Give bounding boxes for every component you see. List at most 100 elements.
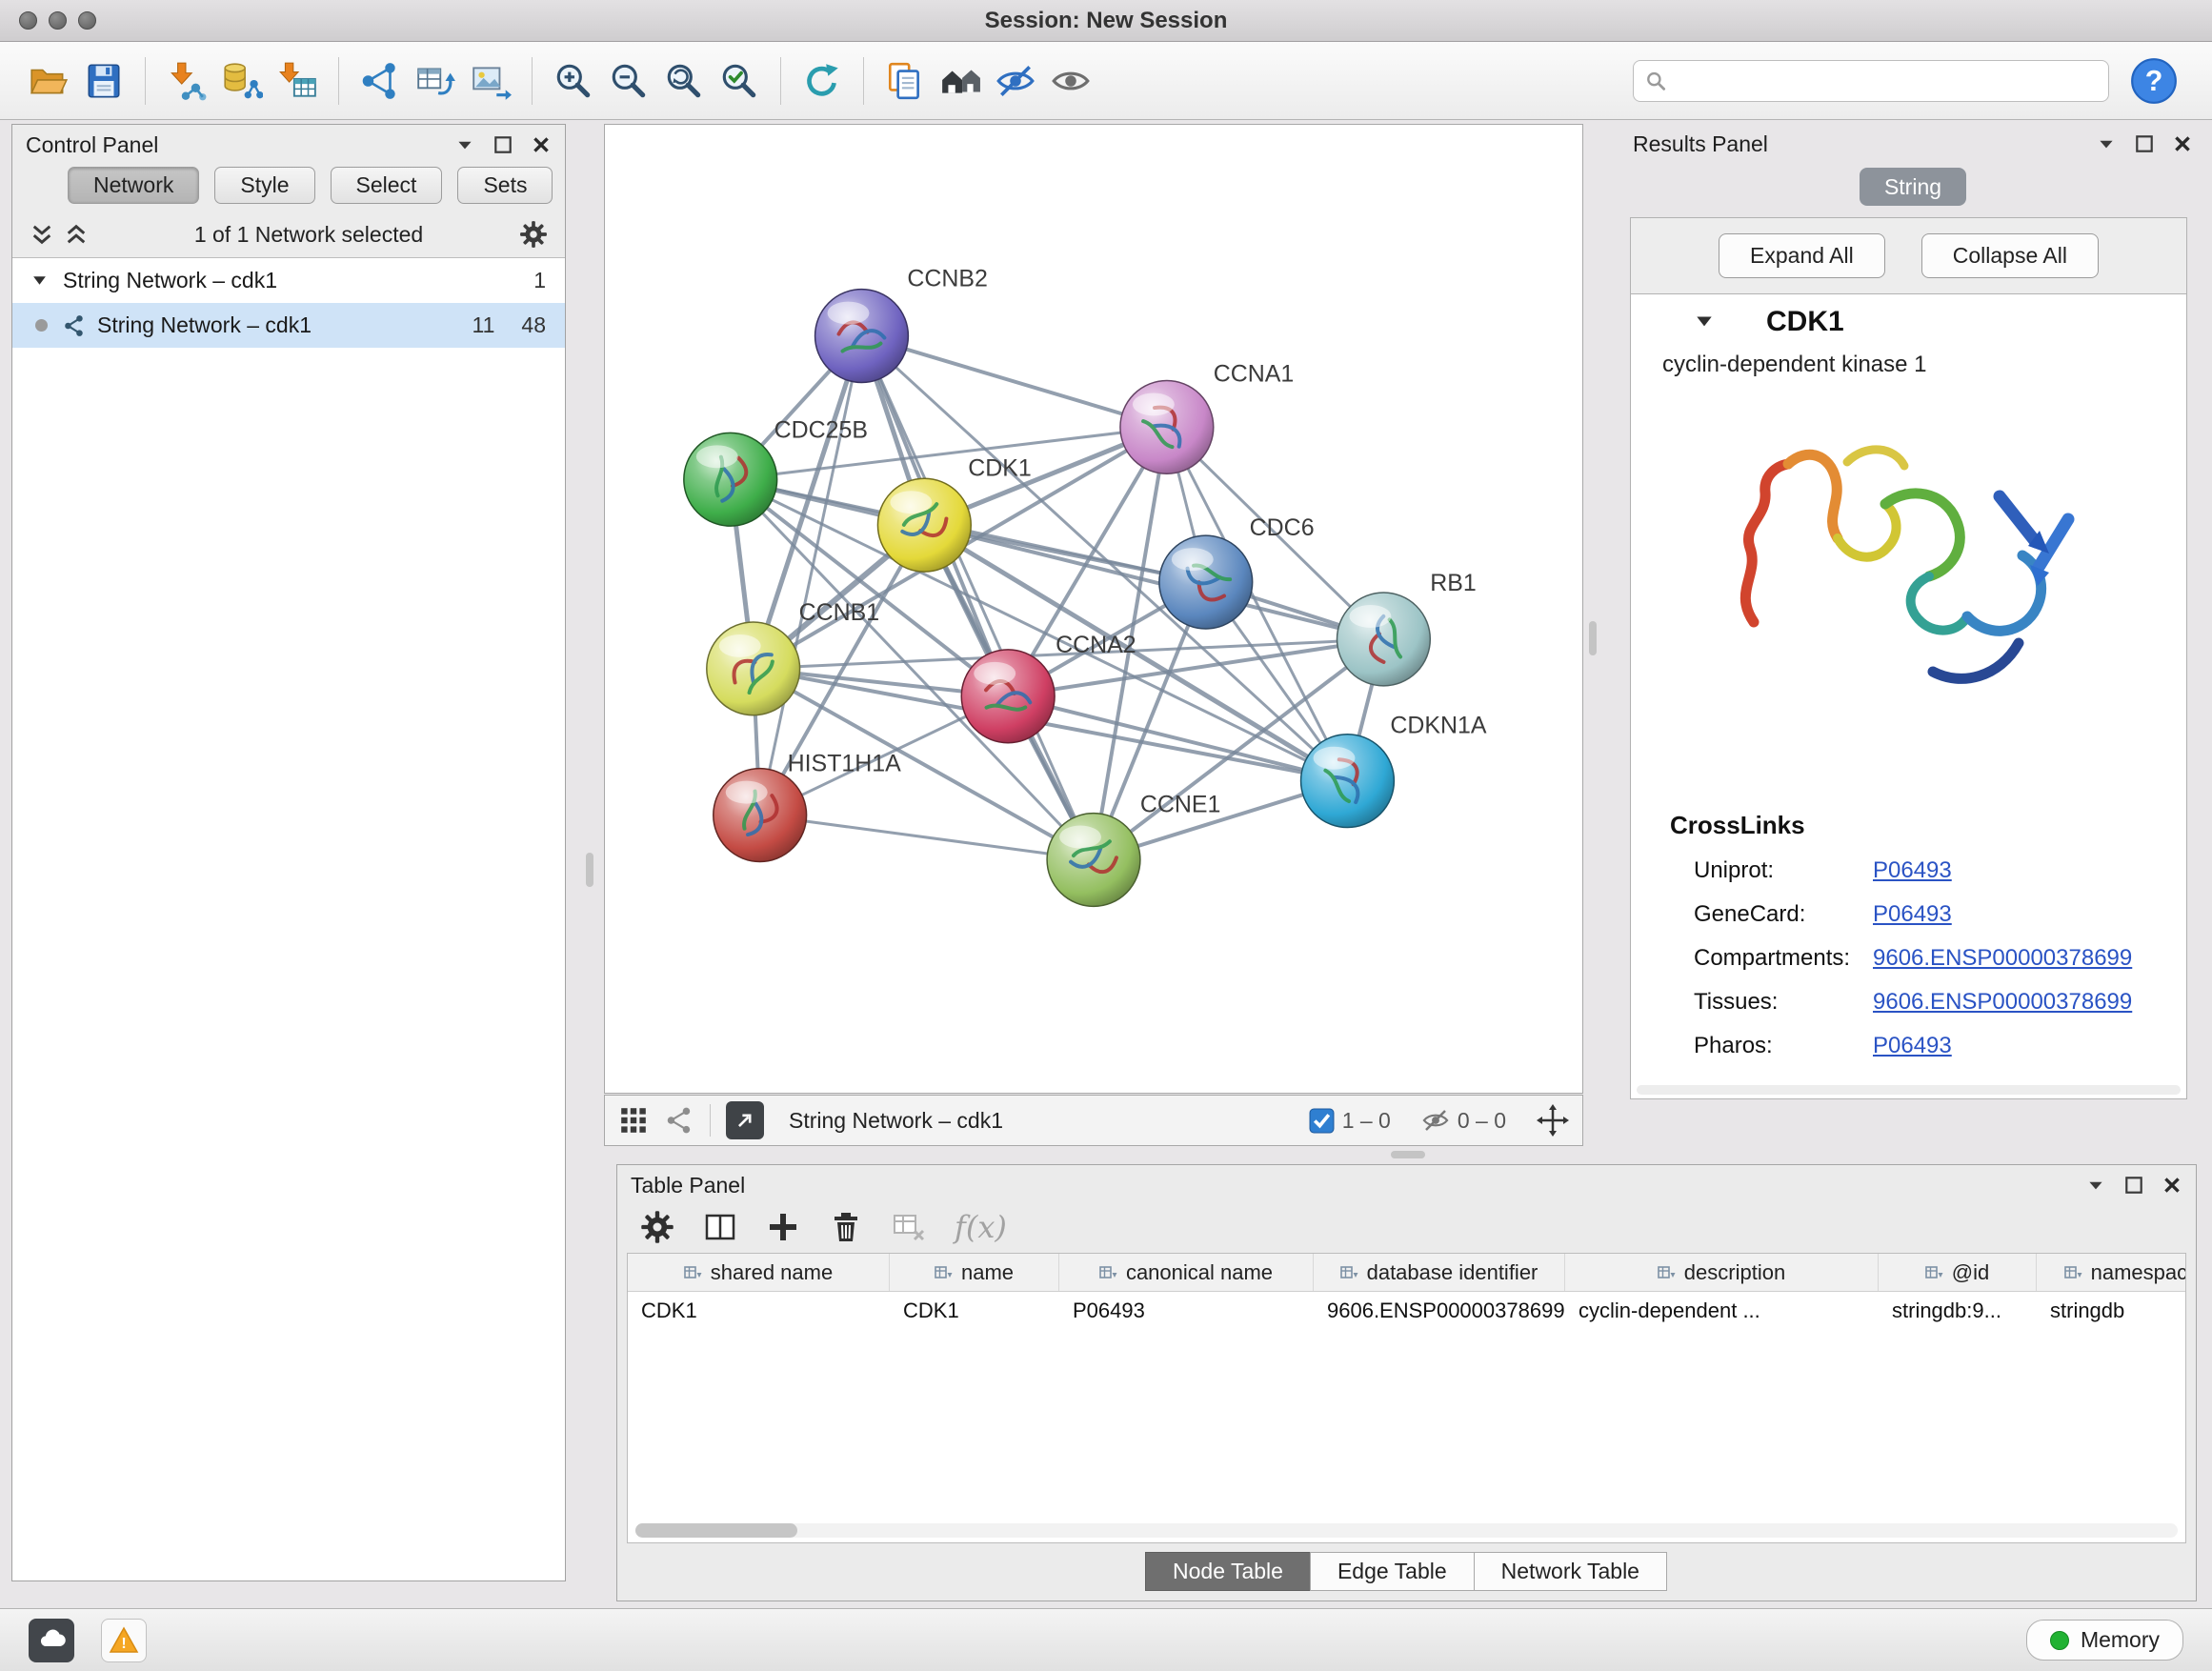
zoom-out-button[interactable] bbox=[601, 52, 656, 110]
protein-card: CDK1 cyclin-dependent kinase 1 bbox=[1630, 294, 2187, 1099]
pan-crosshair-icon[interactable] bbox=[1537, 1104, 1569, 1137]
column-header[interactable]: shared name bbox=[628, 1254, 890, 1291]
splitter-handle[interactable] bbox=[1391, 1151, 1425, 1158]
show-details-button[interactable] bbox=[1043, 52, 1098, 110]
panel-menu-icon[interactable] bbox=[2085, 1175, 2106, 1196]
network-view-canvas[interactable]: CCNB2CCNA1CDC25BCDK1CDC6RB1CCNB1CCNA2CDK… bbox=[604, 124, 1583, 1094]
network-node-CCNB1[interactable] bbox=[707, 622, 800, 715]
column-header[interactable]: description bbox=[1565, 1254, 1879, 1291]
crosslink-value[interactable]: 9606.ENSP00000378699 bbox=[1873, 989, 2132, 1016]
tab-network-table[interactable]: Network Table bbox=[1474, 1552, 1667, 1591]
maximize-window-button[interactable] bbox=[78, 11, 96, 30]
table-row[interactable]: CDK1CDK1P064939606.ENSP00000378699cyclin… bbox=[628, 1292, 2185, 1330]
close-window-button[interactable] bbox=[19, 11, 37, 30]
network-node-CDKN1A[interactable] bbox=[1301, 735, 1395, 828]
column-header[interactable]: @id bbox=[1879, 1254, 2037, 1291]
network-node-CCNA2[interactable] bbox=[961, 650, 1055, 743]
crosslink-value[interactable]: P06493 bbox=[1873, 901, 1952, 928]
network-node-CDK1[interactable] bbox=[877, 478, 971, 572]
open-session-button[interactable] bbox=[21, 52, 76, 110]
collapse-all-button[interactable]: Collapse All bbox=[1921, 233, 2099, 278]
delete-column-icon[interactable] bbox=[829, 1210, 863, 1244]
tree-caret-icon[interactable] bbox=[31, 272, 48, 289]
panel-menu-icon[interactable] bbox=[454, 134, 475, 155]
network-overview-button[interactable] bbox=[933, 52, 988, 110]
column-header[interactable]: database identifier bbox=[1314, 1254, 1565, 1291]
network-node-RB1[interactable] bbox=[1337, 593, 1430, 686]
tab-network[interactable]: Network bbox=[68, 167, 199, 204]
network-graph[interactable]: CCNB2CCNA1CDC25BCDK1CDC6RB1CCNB1CCNA2CDK… bbox=[605, 125, 1582, 1093]
zoom-selected-button[interactable] bbox=[712, 52, 767, 110]
network-node-CCNE1[interactable] bbox=[1047, 814, 1140, 907]
splitter-handle[interactable] bbox=[1589, 621, 1597, 655]
toolbar-separator bbox=[532, 57, 533, 105]
cloud-button[interactable] bbox=[29, 1619, 74, 1662]
help-button[interactable]: ? bbox=[2130, 57, 2178, 105]
import-table-button[interactable] bbox=[270, 52, 325, 110]
collapse-protein-icon[interactable] bbox=[1694, 312, 1715, 332]
add-column-icon[interactable] bbox=[766, 1210, 800, 1244]
export-image-button[interactable] bbox=[463, 52, 518, 110]
node-label-CDC6: CDC6 bbox=[1250, 514, 1315, 541]
tab-sets[interactable]: Sets bbox=[457, 167, 553, 204]
network-node-CCNB2[interactable] bbox=[815, 290, 909, 383]
refresh-layout-button[interactable] bbox=[794, 52, 850, 110]
column-header[interactable]: namespace bbox=[2037, 1254, 2186, 1291]
detach-view-button[interactable] bbox=[726, 1101, 764, 1139]
close-panel-icon[interactable] bbox=[2172, 133, 2193, 154]
float-panel-icon[interactable] bbox=[2123, 1175, 2144, 1196]
minimize-window-button[interactable] bbox=[49, 11, 67, 30]
crosslink-value[interactable]: P06493 bbox=[1873, 857, 1952, 884]
close-panel-icon[interactable] bbox=[2162, 1175, 2182, 1196]
network-node-CDC25B[interactable] bbox=[684, 433, 777, 526]
import-network-file-icon bbox=[166, 60, 208, 102]
crosslink-label: Uniprot: bbox=[1694, 857, 1873, 884]
function-builder-icon: f(x) bbox=[955, 1209, 1007, 1245]
tab-node-table[interactable]: Node Table bbox=[1145, 1552, 1311, 1591]
grid-view-icon[interactable] bbox=[618, 1105, 649, 1136]
expand-all-button[interactable]: Expand All bbox=[1719, 233, 1885, 278]
tab-edge-table[interactable]: Edge Table bbox=[1310, 1552, 1475, 1591]
clipboard-button[interactable] bbox=[877, 52, 933, 110]
float-panel-icon[interactable] bbox=[2134, 133, 2155, 154]
table-settings-gear-icon[interactable] bbox=[640, 1210, 674, 1244]
network-collection-row[interactable]: String Network – cdk1 1 bbox=[12, 258, 565, 303]
import-network-file-button[interactable] bbox=[159, 52, 214, 110]
hide-details-button[interactable] bbox=[988, 52, 1043, 110]
zoom-fit-button[interactable] bbox=[656, 52, 712, 110]
zoom-in-button[interactable] bbox=[546, 52, 601, 110]
float-panel-icon[interactable] bbox=[493, 134, 513, 155]
panel-menu-icon[interactable] bbox=[2096, 133, 2117, 154]
scrollbar-thumb[interactable] bbox=[635, 1523, 797, 1538]
results-scrollbar[interactable] bbox=[1637, 1085, 2181, 1095]
save-session-button[interactable] bbox=[76, 52, 131, 110]
hidden-eye-off-icon[interactable] bbox=[1421, 1106, 1450, 1135]
tab-style[interactable]: Style bbox=[214, 167, 314, 204]
expand-all-icon[interactable] bbox=[64, 222, 89, 247]
share-view-icon[interactable] bbox=[664, 1105, 694, 1136]
network-options-gear-icon[interactable] bbox=[519, 220, 548, 249]
crosslink-value[interactable]: 9606.ENSP00000378699 bbox=[1873, 945, 2132, 972]
network-node-CDC6[interactable] bbox=[1159, 535, 1253, 629]
network-node-CCNA1[interactable] bbox=[1120, 380, 1214, 473]
export-network-button[interactable] bbox=[408, 52, 463, 110]
column-header[interactable]: canonical name bbox=[1059, 1254, 1314, 1291]
tab-string[interactable]: String bbox=[1860, 168, 1966, 206]
memory-button[interactable]: Memory bbox=[2026, 1620, 2183, 1661]
splitter-handle[interactable] bbox=[586, 853, 593, 887]
new-network-button[interactable] bbox=[352, 52, 408, 110]
network-node-HIST1H1A[interactable] bbox=[714, 769, 807, 862]
close-panel-icon[interactable] bbox=[531, 134, 552, 155]
column-header[interactable]: name bbox=[890, 1254, 1059, 1291]
hidden-counts: 0 – 0 bbox=[1458, 1108, 1506, 1134]
search-input[interactable] bbox=[1674, 69, 2097, 93]
collapse-all-icon[interactable] bbox=[30, 222, 54, 247]
table-horizontal-scrollbar[interactable] bbox=[635, 1523, 2178, 1538]
show-columns-icon[interactable] bbox=[703, 1210, 737, 1244]
warning-button[interactable]: ! bbox=[101, 1619, 147, 1662]
network-row[interactable]: String Network – cdk1 11 48 bbox=[12, 303, 565, 348]
crosslink-value[interactable]: P06493 bbox=[1873, 1033, 1952, 1059]
tab-select[interactable]: Select bbox=[331, 167, 443, 204]
selected-checkbox-icon[interactable] bbox=[1309, 1108, 1335, 1134]
import-network-database-button[interactable] bbox=[214, 52, 270, 110]
